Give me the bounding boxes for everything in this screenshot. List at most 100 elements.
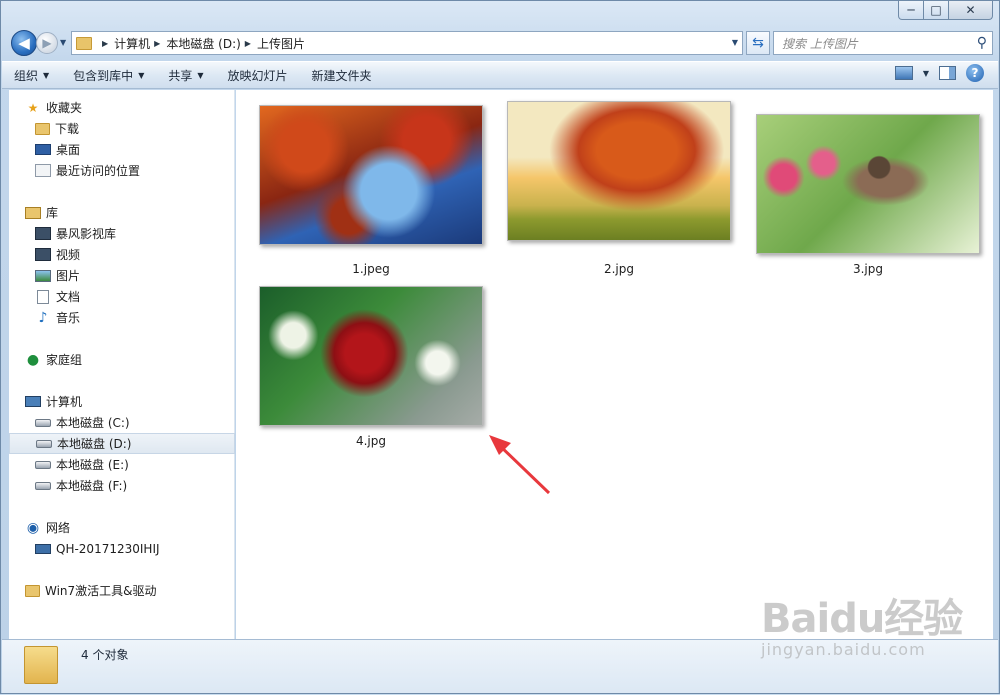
network-icon: ◉ <box>26 519 40 536</box>
thumbnail-2[interactable] <box>507 101 731 241</box>
close-button[interactable]: ✕ <box>949 1 993 20</box>
breadcrumb-arrow-icon[interactable]: ▶ <box>245 39 251 48</box>
thumbnail-4[interactable] <box>259 286 483 426</box>
forward-button[interactable]: ▶ <box>36 32 58 54</box>
share-button[interactable]: 共享 ▼ <box>156 62 215 88</box>
close-icon: ✕ <box>965 3 976 17</box>
nav-music[interactable]: ♪ 音乐 <box>35 307 225 328</box>
organize-button[interactable]: 组织 ▼ <box>2 62 61 88</box>
search-icon[interactable]: ⚲ <box>977 35 987 51</box>
nav-label: 文档 <box>56 290 81 304</box>
desktop-icon <box>35 144 51 155</box>
thumbnail-1[interactable] <box>259 105 483 245</box>
nav-drive-d[interactable]: 本地磁盘 (D:) <box>9 433 235 454</box>
include-library-button[interactable]: 包含到库中 ▼ <box>61 62 156 88</box>
nav-libraries[interactable]: 库 <box>25 202 225 223</box>
nav-label: Win7激活工具&驱动 <box>45 584 157 598</box>
nav-network-pc[interactable]: QH-20171230IHIJ <box>35 538 225 559</box>
view-options-dropdown[interactable]: ▼ <box>923 69 929 78</box>
nav-drive-e[interactable]: 本地磁盘 (E:) <box>35 454 225 475</box>
toolbar-right: ▼ ? <box>894 64 984 82</box>
change-view-icon[interactable] <box>894 66 913 80</box>
breadcrumb-arrow-icon[interactable]: ▶ <box>154 39 160 48</box>
recent-pages-dropdown[interactable]: ▼ <box>60 38 66 47</box>
nav-documents[interactable]: 文档 <box>35 286 225 307</box>
homegroup-icon: ● <box>26 351 40 368</box>
nav-label: QH-20171230IHIJ <box>56 541 160 556</box>
nav-label: 本地磁盘 (E:) <box>56 458 129 472</box>
help-icon[interactable]: ? <box>966 64 984 82</box>
include-library-label: 包含到库中 <box>73 68 134 83</box>
nav-label: 网络 <box>46 521 71 535</box>
music-note-icon: ♪ <box>38 309 48 326</box>
breadcrumb-upload-pictures[interactable]: 上传图片 <box>257 35 305 52</box>
breadcrumb-drive-d[interactable]: 本地磁盘 (D:) <box>166 35 240 52</box>
drive-icon <box>35 460 51 469</box>
drive-icon <box>35 418 51 427</box>
share-label: 共享 <box>168 68 193 83</box>
drive-icon <box>36 439 52 448</box>
back-button[interactable]: ◀ <box>11 30 37 56</box>
drive-icon <box>35 481 51 490</box>
chevron-down-icon: ▼ <box>197 70 204 80</box>
preview-pane-icon[interactable] <box>939 66 956 80</box>
refresh-icon: ⇆ <box>752 35 764 51</box>
file-list: 1.jpeg 2.jpg 3.jpg 4.jpg <box>236 90 993 639</box>
caption-buttons: ─ □ ✕ <box>898 1 993 20</box>
nav-storm-library[interactable]: 暴风影视库 <box>35 223 225 244</box>
video-library-icon <box>35 248 51 261</box>
file-name-1[interactable]: 1.jpeg <box>259 262 483 276</box>
nav-label: 本地磁盘 (D:) <box>57 437 132 451</box>
nav-network[interactable]: ◉ 网络 <box>25 517 225 538</box>
nav-downloads[interactable]: 下载 <box>35 118 225 139</box>
nav-recent-places[interactable]: 最近访问的位置 <box>35 160 225 181</box>
nav-win7-folder[interactable]: Win7激活工具&驱动 <box>25 580 225 601</box>
nav-computer[interactable]: 计算机 <box>25 391 225 412</box>
nav-label: 图片 <box>56 269 81 283</box>
maximize-button[interactable]: □ <box>924 1 949 20</box>
computer-icon <box>25 396 41 407</box>
nav-videos[interactable]: 视频 <box>35 244 225 265</box>
address-bar[interactable]: ▶ 计算机 ▶ 本地磁盘 (D:) ▶ 上传图片 ▼ <box>71 31 743 55</box>
star-icon: ★ <box>27 100 39 115</box>
navigation-pane: ★ 收藏夹 下载 桌面 最近访问的位置 库 暴风影视库 视频 图片 文档 ♪ 音乐 … <box>9 90 235 639</box>
organize-label: 组织 <box>14 68 39 83</box>
nav-favorites[interactable]: ★ 收藏夹 <box>25 97 225 118</box>
nav-label: 视频 <box>56 248 81 262</box>
nav-desktop[interactable]: 桌面 <box>35 139 225 160</box>
nav-homegroup[interactable]: ● 家庭组 <box>25 349 225 370</box>
nav-pictures[interactable]: 图片 <box>35 265 225 286</box>
search-placeholder: 搜索 上传图片 <box>782 36 858 51</box>
file-name-4[interactable]: 4.jpg <box>259 434 483 448</box>
minimize-icon: ─ <box>907 3 915 17</box>
nav-label: 本地磁盘 (C:) <box>56 416 130 430</box>
nav-label: 音乐 <box>56 311 81 325</box>
nav-drive-f[interactable]: 本地磁盘 (F:) <box>35 475 225 496</box>
nav-drive-c[interactable]: 本地磁盘 (C:) <box>35 412 225 433</box>
folder-icon <box>25 584 40 597</box>
item-count: 4 个对象 <box>81 648 129 662</box>
documents-library-icon <box>35 289 51 304</box>
forward-arrow-icon: ▶ <box>42 36 52 50</box>
explorer-window: ─ □ ✕ ◀ ▶ ▼ ▶ 计算机 ▶ 本地磁盘 (D:) ▶ 上传图片 ▼ ⇆… <box>0 0 1000 694</box>
watermark-brand: Baidu经验 <box>761 596 963 642</box>
new-folder-label: 新建文件夹 <box>311 68 372 83</box>
nav-label: 计算机 <box>46 395 83 409</box>
nav-label: 下载 <box>55 122 80 136</box>
file-name-3[interactable]: 3.jpg <box>756 262 980 276</box>
breadcrumb-arrow-icon[interactable]: ▶ <box>102 39 108 48</box>
chevron-down-icon: ▼ <box>43 70 50 80</box>
breadcrumb-computer[interactable]: 计算机 <box>114 35 150 52</box>
new-folder-button[interactable]: 新建文件夹 <box>300 62 384 88</box>
address-history-dropdown[interactable]: ▼ <box>732 38 738 47</box>
recent-places-icon <box>35 164 51 177</box>
search-input[interactable]: 搜索 上传图片 ⚲ <box>773 31 993 55</box>
address-row: ◀ ▶ ▼ ▶ 计算机 ▶ 本地磁盘 (D:) ▶ 上传图片 ▼ ⇆ 搜索 上传… <box>9 29 993 57</box>
minimize-button[interactable]: ─ <box>898 1 924 20</box>
refresh-button[interactable]: ⇆ <box>746 31 770 55</box>
thumbnail-3[interactable] <box>756 114 980 254</box>
file-name-2[interactable]: 2.jpg <box>507 262 731 276</box>
nav-label: 家庭组 <box>46 353 83 367</box>
folder-icon <box>76 36 92 50</box>
slideshow-button[interactable]: 放映幻灯片 <box>216 62 300 88</box>
